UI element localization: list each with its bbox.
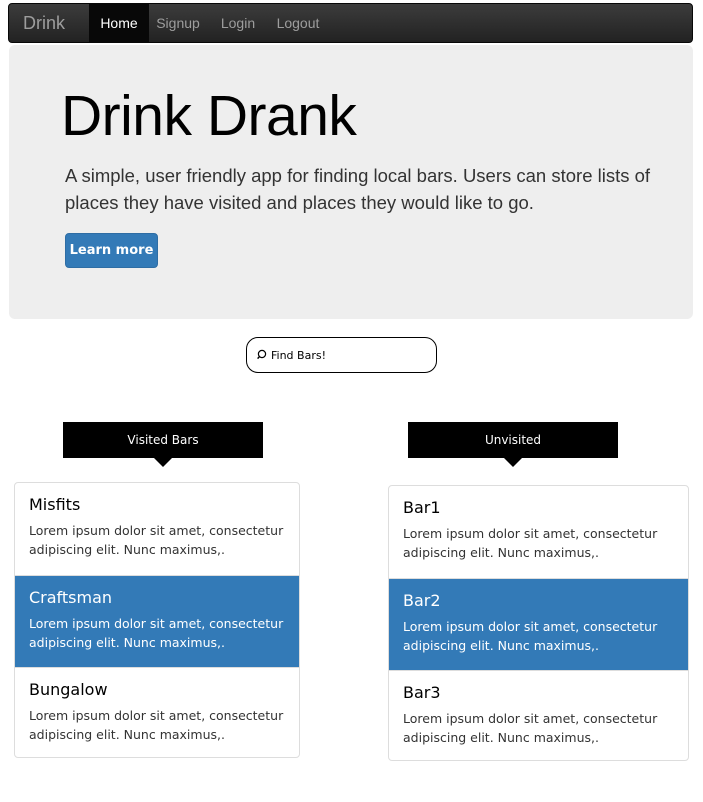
hero-title: Drink Drank xyxy=(61,84,357,148)
list-item-title: Misfits xyxy=(29,495,81,514)
list-item-text: Lorem ipsum dolor sit amet, consectetur … xyxy=(403,526,658,560)
list-item[interactable]: Craftsman Lorem ipsum dolor sit amet, co… xyxy=(15,575,299,667)
navbar: Drink Home Signup Login Logout xyxy=(8,3,693,43)
list-item-title: Craftsman xyxy=(29,588,113,607)
list-item[interactable]: Bar3 Lorem ipsum dolor sit amet, consect… xyxy=(389,670,688,760)
list-item-title: Bar2 xyxy=(403,591,441,610)
list-item-title: Bungalow xyxy=(29,680,108,699)
unvisited-bars-list: Bar1 Lorem ipsum dolor sit amet, consect… xyxy=(388,485,689,761)
learn-more-button[interactable]: Learn more xyxy=(65,233,158,268)
list-item-title: Bar3 xyxy=(403,683,441,702)
list-item[interactable]: Bar2 Lorem ipsum dolor sit amet, consect… xyxy=(389,578,688,670)
list-item-title: Bar1 xyxy=(403,498,441,517)
list-item-text: Lorem ipsum dolor sit amet, consectetur … xyxy=(29,616,284,650)
navbar-brand[interactable]: Drink xyxy=(23,13,65,34)
nav-item-home[interactable]: Home xyxy=(89,4,149,42)
list-item-text: Lorem ipsum dolor sit amet, consectetur … xyxy=(29,523,284,557)
unvisited-bars-header: Unvisited xyxy=(408,422,618,467)
visited-bars-header: Visited Bars xyxy=(63,422,263,467)
nav-item-login[interactable]: Login xyxy=(219,4,257,42)
list-item-text: Lorem ipsum dolor sit amet, consectetur … xyxy=(403,711,658,745)
search-box[interactable] xyxy=(246,337,437,373)
list-item[interactable]: Bungalow Lorem ipsum dolor sit amet, con… xyxy=(15,667,299,757)
hero-description: A simple, user friendly app for finding … xyxy=(65,165,651,213)
hero-jumbotron: Drink Drank A simple, user friendly app … xyxy=(9,45,693,319)
list-item-text: Lorem ipsum dolor sit amet, consectetur … xyxy=(403,619,658,653)
nav-item-logout[interactable]: Logout xyxy=(275,4,321,42)
list-item-text: Lorem ipsum dolor sit amet, consectetur … xyxy=(29,708,284,742)
list-item[interactable]: Misfits Lorem ipsum dolor sit amet, cons… xyxy=(15,483,299,575)
nav-item-signup[interactable]: Signup xyxy=(155,4,201,42)
list-item[interactable]: Bar1 Lorem ipsum dolor sit amet, consect… xyxy=(389,486,688,578)
visited-bars-list: Misfits Lorem ipsum dolor sit amet, cons… xyxy=(14,482,300,758)
search-icon xyxy=(257,349,267,360)
search-input[interactable] xyxy=(271,346,431,364)
